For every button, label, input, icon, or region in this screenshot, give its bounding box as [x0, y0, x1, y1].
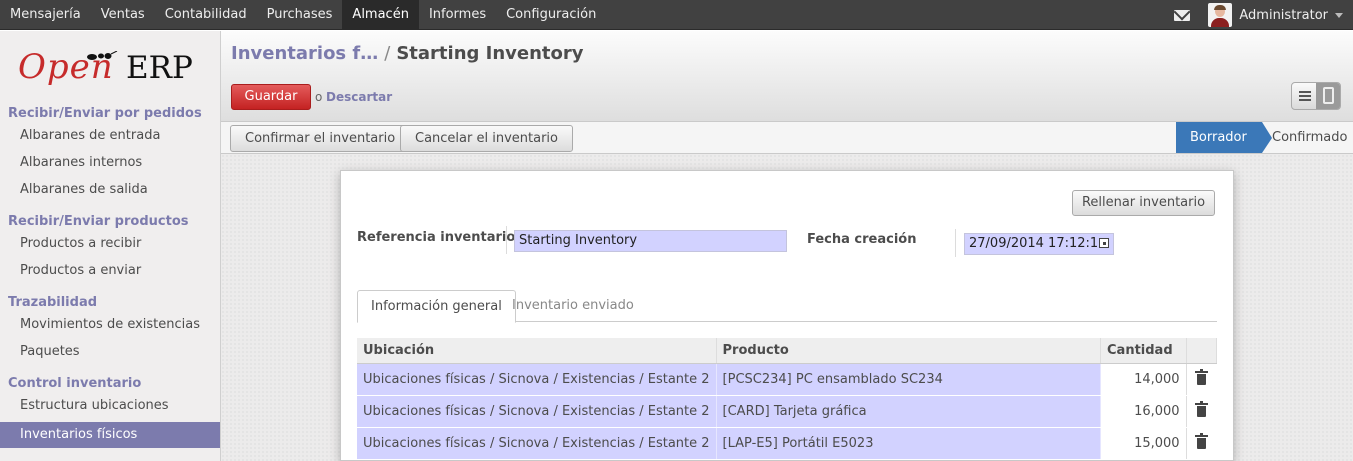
top-navbar: Mensajería Ventas Contabilidad Purchases… — [0, 0, 1353, 30]
reference-label: Referencia inventario — [357, 230, 516, 245]
sidebar-item-inventarios-fisicos[interactable]: Inventarios físicos — [0, 422, 220, 448]
tab-informacion-general[interactable]: Información general — [357, 290, 516, 323]
table-row[interactable]: Ubicaciones físicas / Sicnova / Existenc… — [357, 427, 1217, 460]
logo-erp-text: ERP — [126, 50, 193, 86]
user-menu[interactable]: Administrator — [1208, 0, 1343, 30]
cell-location[interactable]: Ubicaciones físicas / Sicnova / Existenc… — [357, 363, 717, 396]
breadcrumb-separator: / — [384, 43, 391, 64]
tab-inventario-enviado[interactable]: Inventario enviado — [499, 290, 647, 322]
form-sheet: Rellenar inventario Referencia inventari… — [340, 170, 1234, 461]
user-avatar — [1208, 3, 1233, 27]
cell-product[interactable]: [CARD] Tarjeta gráfica — [716, 395, 1102, 428]
menu-purchases[interactable]: Purchases — [257, 0, 343, 30]
menu-mensajeria[interactable]: Mensajería — [0, 0, 91, 30]
notebook-tabs: Información general Inventario enviado — [357, 290, 1217, 323]
cell-product[interactable]: [PCSC234] PC ensamblado SC234 — [716, 363, 1102, 396]
sidebar-item-estructura-ubicaciones[interactable]: Estructura ubicaciones — [20, 398, 169, 413]
or-label: o — [315, 90, 323, 104]
list-view-icon — [1299, 91, 1311, 101]
delete-cell — [1186, 395, 1217, 428]
table-row[interactable]: Ubicaciones físicas / Sicnova / Existenc… — [357, 395, 1217, 428]
discard-link[interactable]: Descartar — [326, 90, 392, 104]
save-button[interactable]: Guardar — [231, 84, 311, 110]
column-ubicacion[interactable]: Ubicación — [357, 338, 717, 364]
menu-contabilidad[interactable]: Contabilidad — [155, 0, 257, 30]
delete-cell — [1186, 427, 1217, 460]
menu-informes[interactable]: Informes — [419, 0, 496, 30]
date-input[interactable]: 27/09/2014 17:12:1 — [964, 233, 1114, 255]
sidebar-item-paquetes[interactable]: Paquetes — [20, 344, 80, 359]
menu-almacen[interactable]: Almacén — [342, 0, 419, 30]
trash-icon[interactable] — [1195, 400, 1209, 417]
calendar-icon[interactable] — [1099, 238, 1109, 248]
inventory-lines-table: Ubicación Producto Cantidad Ubicaciones … — [357, 338, 1218, 460]
mail-icon[interactable] — [1174, 9, 1191, 21]
table-row[interactable]: Ubicaciones físicas / Sicnova / Existenc… — [357, 363, 1217, 396]
section-trazabilidad: Trazabilidad — [8, 295, 98, 310]
date-value: 27/09/2014 17:12:1 — [969, 236, 1099, 251]
sidebar-item-albaranes-internos[interactable]: Albaranes internos — [20, 155, 142, 170]
date-label: Fecha creación — [807, 232, 917, 247]
list-view-button[interactable] — [1292, 83, 1316, 109]
section-recibir-enviar-pedidos: Recibir/Enviar por pedidos — [8, 106, 202, 121]
view-switcher — [1291, 82, 1341, 110]
main-menu: Mensajería Ventas Contabilidad Purchases… — [0, 0, 606, 30]
table-header: Ubicación Producto Cantidad — [357, 338, 1218, 364]
sidebar-item-movimientos[interactable]: Movimientos de existencias — [20, 317, 200, 332]
delete-cell — [1186, 363, 1217, 396]
cell-quantity[interactable]: 16,000 — [1100, 395, 1187, 428]
topbar-right: Administrator — [1174, 0, 1353, 30]
fill-inventory-button[interactable]: Rellenar inventario — [1072, 190, 1215, 216]
reference-input[interactable]: Starting Inventory — [514, 230, 787, 252]
stage-borrador: Borrador — [1176, 122, 1272, 153]
sidebar-item-productos-enviar[interactable]: Productos a enviar — [20, 263, 141, 278]
breadcrumb-parent[interactable]: Inventarios f… — [231, 43, 378, 64]
form-view-button[interactable] — [1316, 83, 1340, 109]
breadcrumb-current: Starting Inventory — [396, 43, 584, 64]
sidebar-item-albaranes-salida[interactable]: Albaranes de salida — [20, 182, 148, 197]
field-divider — [955, 229, 956, 257]
confirm-inventory-button[interactable]: Confirmar el inventario — [230, 125, 411, 152]
cell-quantity[interactable]: 14,000 — [1100, 363, 1187, 396]
sidebar: Open ERP Recibir/Enviar por pedidos Alba… — [0, 31, 221, 461]
menu-ventas[interactable]: Ventas — [91, 0, 155, 30]
cell-quantity[interactable]: 15,000 — [1100, 427, 1187, 460]
cell-location[interactable]: Ubicaciones físicas / Sicnova / Existenc… — [357, 395, 717, 428]
column-actions — [1186, 338, 1218, 364]
form-view-icon — [1323, 87, 1334, 104]
sidebar-item-albaranes-entrada[interactable]: Albaranes de entrada — [20, 128, 160, 143]
section-control-inventario: Control inventario — [8, 376, 142, 391]
column-cantidad[interactable]: Cantidad — [1100, 338, 1187, 364]
user-name: Administrator — [1239, 7, 1328, 23]
cancel-inventory-button[interactable]: Cancelar el inventario — [400, 125, 573, 152]
cell-product[interactable]: [LAP-E5] Portátil E5023 — [716, 427, 1102, 460]
logo-ant-icon — [87, 51, 118, 60]
section-recibir-enviar-productos: Recibir/Enviar productos — [8, 214, 189, 229]
openerp-logo[interactable]: Open ERP — [18, 47, 208, 97]
sidebar-item-productos-recibir[interactable]: Productos a recibir — [20, 236, 141, 251]
caret-down-icon — [1335, 12, 1343, 18]
menu-configuracion[interactable]: Configuración — [496, 0, 606, 30]
breadcrumb: Inventarios f… / Starting Inventory — [231, 43, 584, 64]
column-producto[interactable]: Producto — [716, 338, 1102, 364]
statusbar: Confirmar el inventario Cancelar el inve… — [221, 122, 1353, 154]
cell-location[interactable]: Ubicaciones físicas / Sicnova / Existenc… — [357, 427, 717, 460]
view-header: Inventarios f… / Starting Inventory Guarda… — [221, 31, 1353, 122]
field-divider — [506, 226, 507, 254]
trash-icon[interactable] — [1195, 368, 1209, 385]
trash-icon[interactable] — [1195, 432, 1209, 449]
stage-confirmado: Confirmado — [1272, 130, 1348, 145]
